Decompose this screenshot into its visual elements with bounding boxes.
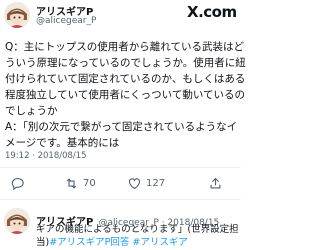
reply-line-2-prefix: 当) xyxy=(36,237,50,248)
tweet-line: 程度独立していて使用者にくっついて動いているの xyxy=(5,89,246,101)
reply-icon xyxy=(11,177,24,191)
tweet-line: 付けられていて固定されているのか、もしくはある xyxy=(5,73,246,85)
like-button[interactable]: 127 xyxy=(127,176,165,191)
tweet-line: Q：主にトップスの使用者から離れている武装はど xyxy=(5,41,244,53)
avatar-image xyxy=(4,2,30,28)
tweet-timestamp[interactable]: 19:12 · 2018/08/15 xyxy=(5,151,87,161)
x-logo: X.com xyxy=(187,3,237,21)
divider xyxy=(0,167,241,168)
like-count: 127 xyxy=(146,178,166,189)
retweet-button[interactable]: 70 xyxy=(64,176,96,191)
divider xyxy=(0,199,241,200)
retweet-icon xyxy=(66,178,77,189)
avatar-image xyxy=(4,208,30,234)
tweet-line: ういう原理になっているのでしょうか。使用者に紐 xyxy=(5,57,246,69)
retweet-count: 70 xyxy=(83,178,96,189)
reply-avatar[interactable] xyxy=(4,208,30,234)
tweet-body: Q：主にトップスの使用者から離れている武装はど ういう原理になっているのでしょう… xyxy=(5,39,246,151)
reply-line-2: 当)#アリスギアP回答 #アリスギア xyxy=(36,236,188,249)
tweet-line: メージです。基本的には xyxy=(5,137,120,149)
tweet-line: A：「別の次元で繋がって固定されているようなイ xyxy=(5,121,238,133)
tweet-line: でしょうか xyxy=(5,105,58,117)
user-handle[interactable]: @alicegear_P xyxy=(36,16,96,26)
share-button[interactable] xyxy=(208,176,223,191)
reply-button[interactable] xyxy=(10,176,25,191)
like-icon xyxy=(128,178,141,190)
share-icon xyxy=(210,177,221,189)
reply-line-1: ギアの機能によるものとなります」(世界設定担 xyxy=(36,224,239,235)
hashtag-links[interactable]: #アリスギアP回答 #アリスギア xyxy=(49,237,188,248)
avatar[interactable] xyxy=(4,2,30,28)
